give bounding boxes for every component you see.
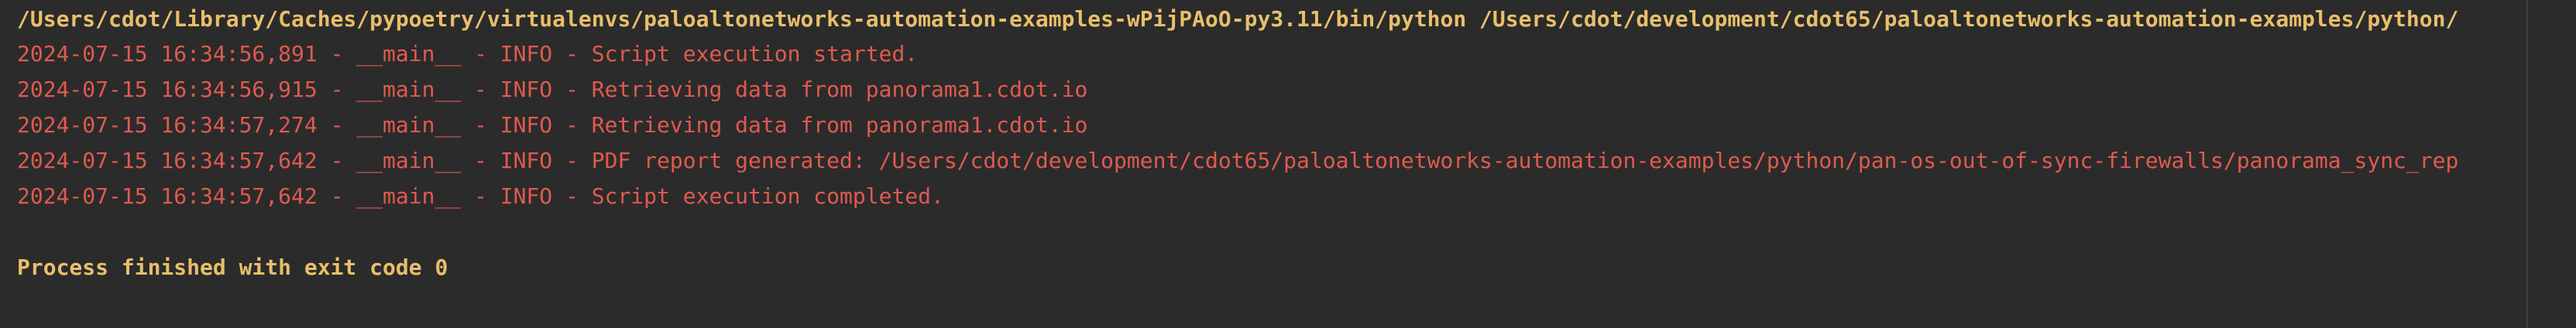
log-line: 2024-07-15 16:34:57,642 - __main__ - INF…: [17, 148, 2459, 173]
run-console: /Users/cdot/Library/Caches/pypoetry/virt…: [0, 0, 2576, 328]
log-line: 2024-07-15 16:34:57,642 - __main__ - INF…: [17, 183, 944, 209]
log-line: 2024-07-15 16:34:56,915 - __main__ - INF…: [17, 77, 1088, 102]
console-right-gutter: [2526, 0, 2576, 328]
log-line: 2024-07-15 16:34:57,274 - __main__ - INF…: [17, 112, 1088, 138]
exit-message: Process finished with exit code 0: [17, 255, 448, 280]
log-line: 2024-07-15 16:34:56,891 - __main__ - INF…: [17, 41, 919, 67]
command-line: /Users/cdot/Library/Caches/pypoetry/virt…: [17, 6, 2459, 32]
console-output[interactable]: /Users/cdot/Library/Caches/pypoetry/virt…: [0, 0, 2526, 328]
